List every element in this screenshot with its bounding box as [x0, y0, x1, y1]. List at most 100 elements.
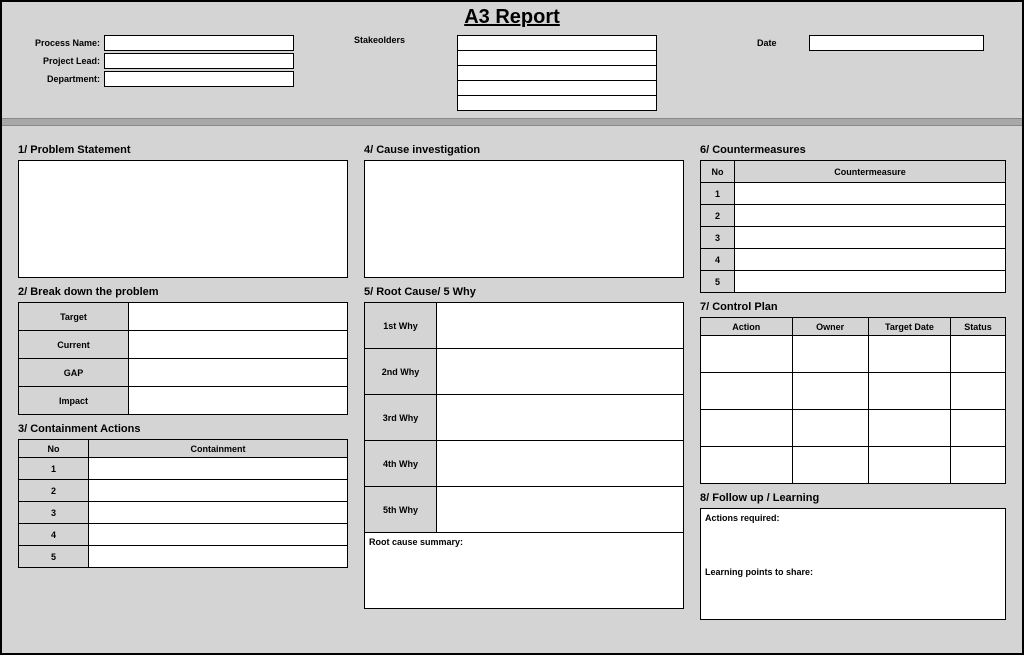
containment-cell-5[interactable]	[89, 546, 348, 568]
cm-no-4: 4	[701, 249, 735, 271]
cm-no-header: No	[701, 161, 735, 183]
content-area: 1/ Problem Statement 2/ Break down the p…	[2, 126, 1022, 632]
current-cell[interactable]	[129, 331, 348, 359]
date-label: Date	[757, 38, 777, 48]
cm-cell-3[interactable]	[735, 227, 1006, 249]
cp-r4c2[interactable]	[792, 447, 868, 484]
cp-r2c2[interactable]	[792, 373, 868, 410]
containment-no-4: 4	[19, 524, 89, 546]
containment-cell-3[interactable]	[89, 502, 348, 524]
containment-no-1: 1	[19, 458, 89, 480]
cp-owner-header: Owner	[792, 318, 868, 336]
problem-statement-box[interactable]	[18, 160, 348, 278]
process-name-label: Process Name:	[22, 38, 100, 48]
containment-no-5: 5	[19, 546, 89, 568]
stakeholder-input-1[interactable]	[457, 35, 657, 51]
cp-r1c1[interactable]	[701, 336, 793, 373]
cp-r3c1[interactable]	[701, 410, 793, 447]
cp-r4c3[interactable]	[868, 447, 950, 484]
stakeholder-input-3[interactable]	[457, 65, 657, 81]
cp-target-header: Target Date	[868, 318, 950, 336]
header-area: A3 Report Process Name: Project Lead: De…	[2, 2, 1022, 118]
gap-label: GAP	[19, 359, 129, 387]
s7-heading: 7/ Control Plan	[700, 301, 1006, 313]
learning-points-label: Learning points to share:	[705, 567, 813, 577]
cm-no-5: 5	[701, 271, 735, 293]
project-lead-label: Project Lead:	[22, 56, 100, 66]
header-fields: Process Name: Project Lead: Department: …	[2, 35, 1022, 110]
cp-r1c3[interactable]	[868, 336, 950, 373]
five-why-table: 1st Why 2nd Why 3rd Why 4th Why 5th Why	[364, 302, 684, 533]
cm-no-1: 1	[701, 183, 735, 205]
header-left-col: Process Name: Project Lead: Department:	[22, 35, 294, 87]
cp-r1c2[interactable]	[792, 336, 868, 373]
s4-heading: 4/ Cause investigation	[364, 144, 684, 156]
current-label: Current	[19, 331, 129, 359]
impact-cell[interactable]	[129, 387, 348, 415]
containment-header: Containment	[89, 440, 348, 458]
cm-cell-5[interactable]	[735, 271, 1006, 293]
column-2: 4/ Cause investigation 5/ Root Cause/ 5 …	[364, 136, 684, 620]
cp-r4c1[interactable]	[701, 447, 793, 484]
s6-heading: 6/ Countermeasures	[700, 144, 1006, 156]
why5-label: 5th Why	[365, 487, 437, 533]
s8-heading: 8/ Follow up / Learning	[700, 492, 1006, 504]
impact-label: Impact	[19, 387, 129, 415]
cp-r4c4[interactable]	[951, 447, 1006, 484]
date-input[interactable]	[809, 35, 984, 51]
target-label: Target	[19, 303, 129, 331]
cm-cell-2[interactable]	[735, 205, 1006, 227]
cm-header: Countermeasure	[735, 161, 1006, 183]
cp-r3c3[interactable]	[868, 410, 950, 447]
breakdown-table: Target Current GAP Impact	[18, 302, 348, 415]
process-name-input[interactable]	[104, 35, 294, 51]
control-plan-table: Action Owner Target Date Status	[700, 317, 1006, 484]
why1-cell[interactable]	[437, 303, 684, 349]
stakeholders-inputs	[457, 35, 657, 110]
cp-r2c3[interactable]	[868, 373, 950, 410]
why3-cell[interactable]	[437, 395, 684, 441]
s1-heading: 1/ Problem Statement	[18, 144, 348, 156]
stakeholders-label: Stakeolders	[354, 35, 405, 45]
countermeasure-table: No Countermeasure 1 2 3 4 5	[700, 160, 1006, 293]
cm-no-3: 3	[701, 227, 735, 249]
report-title: A3 Report	[2, 6, 1022, 29]
why5-cell[interactable]	[437, 487, 684, 533]
containment-no-3: 3	[19, 502, 89, 524]
s2-heading: 2/ Break down the problem	[18, 286, 348, 298]
containment-no-header: No	[19, 440, 89, 458]
cp-r2c4[interactable]	[951, 373, 1006, 410]
cp-action-header: Action	[701, 318, 793, 336]
divider	[2, 118, 1022, 126]
containment-cell-4[interactable]	[89, 524, 348, 546]
cm-no-2: 2	[701, 205, 735, 227]
cp-r3c4[interactable]	[951, 410, 1006, 447]
containment-no-2: 2	[19, 480, 89, 502]
why4-label: 4th Why	[365, 441, 437, 487]
root-cause-summary-box[interactable]: Root cause summary:	[364, 533, 684, 609]
why1-label: 1st Why	[365, 303, 437, 349]
s3-heading: 3/ Containment Actions	[18, 423, 348, 435]
stakeholder-input-2[interactable]	[457, 50, 657, 66]
project-lead-input[interactable]	[104, 53, 294, 69]
cp-r3c2[interactable]	[792, 410, 868, 447]
stakeholder-input-5[interactable]	[457, 95, 657, 111]
cm-cell-1[interactable]	[735, 183, 1006, 205]
department-input[interactable]	[104, 71, 294, 87]
cause-investigation-box[interactable]	[364, 160, 684, 278]
stakeholder-input-4[interactable]	[457, 80, 657, 96]
why2-cell[interactable]	[437, 349, 684, 395]
containment-cell-2[interactable]	[89, 480, 348, 502]
cp-r1c4[interactable]	[951, 336, 1006, 373]
follow-up-box[interactable]: Actions required: Learning points to sha…	[700, 508, 1006, 620]
column-3: 6/ Countermeasures No Countermeasure 1 2…	[700, 136, 1006, 620]
why4-cell[interactable]	[437, 441, 684, 487]
why3-label: 3rd Why	[365, 395, 437, 441]
target-cell[interactable]	[129, 303, 348, 331]
gap-cell[interactable]	[129, 359, 348, 387]
containment-cell-1[interactable]	[89, 458, 348, 480]
cp-r2c1[interactable]	[701, 373, 793, 410]
department-label: Department:	[22, 74, 100, 84]
cm-cell-4[interactable]	[735, 249, 1006, 271]
actions-required-label: Actions required:	[705, 513, 1001, 523]
